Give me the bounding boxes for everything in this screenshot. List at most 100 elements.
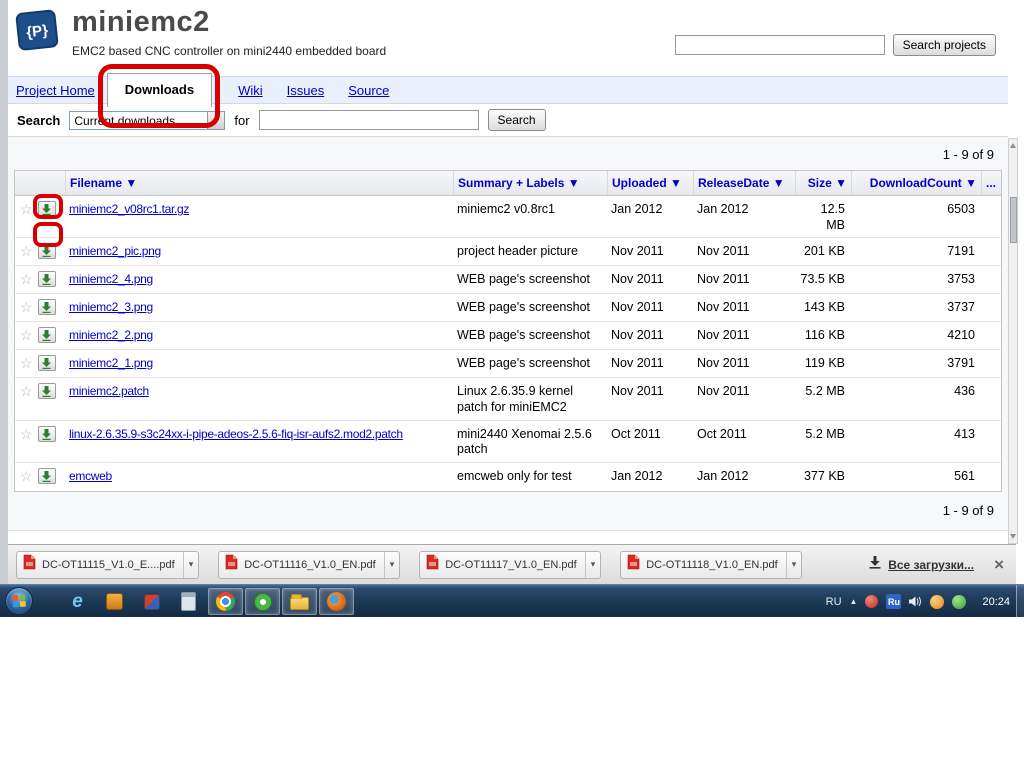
search-projects-button[interactable]: Search projects [892,34,996,56]
star-icon[interactable]: ☆ [20,244,33,258]
file-size: 5.2 MB [805,384,845,399]
file-download-count: 436 [954,384,975,399]
misc-app-icon [143,593,160,610]
star-icon[interactable]: ☆ [20,427,33,441]
star-icon[interactable]: ☆ [20,328,33,342]
download-icon[interactable] [37,243,56,260]
scrollbar-down-icon[interactable] [1010,534,1016,539]
volume-icon[interactable] [909,596,922,607]
download-icon[interactable] [37,383,56,400]
download-item-caret[interactable]: ▾ [785,551,802,578]
download-item[interactable]: DC-OT11115_V1.0_E....pdf ▾ [16,550,200,579]
file-size: 73.5 KB [800,272,845,287]
file-link[interactable]: miniemc2_1.png [69,356,153,370]
chrome-button[interactable] [208,588,243,615]
calculator-button[interactable] [171,588,206,615]
language-indicator[interactable]: RU [826,596,842,608]
col-header-more[interactable]: ... [981,171,1001,195]
project-logo[interactable]: {P} [14,6,62,54]
download-item-caret[interactable]: ▾ [383,551,400,578]
downloads-listing: 1 - 9 of 9 Filename ▼ Summary + Labels ▼… [8,137,1008,531]
windows-flag-icon [12,594,26,608]
file-link[interactable]: miniemc2_3.png [69,300,153,314]
download-icon[interactable] [37,425,56,442]
tray-icon-red[interactable] [865,595,879,608]
download-item[interactable]: DC-OT11117_V1.0_EN.pdf ▾ [419,550,602,579]
messenger-button[interactable] [245,588,280,615]
internet-explorer-button[interactable]: e [60,588,95,615]
logo-glyph: {P} [25,22,48,41]
screen: {P} miniemc2 EMC2 based CNC controller o… [0,0,1024,768]
pdf-icon [225,554,238,575]
pagination-top: 1 - 9 of 9 [942,147,994,162]
table-row: ☆ miniemc2_3.png WEB page's screenshot N… [15,294,1001,323]
star-icon[interactable]: ☆ [20,469,33,483]
chrome-icon [216,592,235,611]
file-link[interactable]: miniemc2.patch [69,384,149,398]
col-header-summary[interactable]: Summary + Labels ▼ [453,171,607,195]
file-link[interactable]: miniemc2_pic.png [69,244,161,258]
scrollbar-up-icon[interactable] [1010,143,1016,148]
file-link[interactable]: miniemc2_4.png [69,272,153,286]
window-edge [0,0,8,584]
search-scope-select[interactable]: Current downloads ▼ [69,110,226,130]
firefox-button[interactable] [319,588,354,615]
col-header-downloadcount[interactable]: DownloadCount ▼ [851,171,981,195]
taskbar-icons: e [60,588,356,615]
calculator-icon [181,592,196,611]
project-search-input[interactable] [674,35,885,55]
file-link[interactable]: emcweb [69,469,112,483]
explorer-folder-button[interactable] [282,588,317,615]
nav-link-source[interactable]: Source [348,83,389,98]
download-icon[interactable] [37,271,56,288]
col-header-filename[interactable]: Filename ▼ [65,171,453,195]
tab-downloads[interactable]: Downloads [106,73,213,107]
scrollbar-thumb[interactable] [1009,197,1017,243]
nav-link-wiki[interactable]: Wiki [238,83,263,98]
download-icon[interactable] [37,355,56,372]
app-button-orange[interactable] [97,588,132,615]
download-item[interactable]: DC-OT11116_V1.0_EN.pdf ▾ [218,550,401,579]
tray-language-badge[interactable]: Ru [886,594,902,609]
tray-icon-orange[interactable] [930,594,945,609]
download-item[interactable]: DC-OT11118_V1.0_EN.pdf ▾ [620,550,803,579]
file-release-date: Nov 2011 [697,272,750,287]
app-button-misc[interactable] [134,588,169,615]
file-download-count: 3791 [947,356,975,371]
search-button[interactable]: Search [487,109,546,131]
col-header-size[interactable]: Size ▼ [795,171,851,195]
star-icon[interactable]: ☆ [20,356,33,370]
nav-link-project-home[interactable]: Project Home [16,83,95,98]
star-icon[interactable]: ☆ [20,202,33,216]
download-icon[interactable] [37,201,56,217]
download-icon[interactable] [37,299,56,316]
col-header-uploaded[interactable]: Uploaded ▼ [607,171,693,195]
file-uploaded: Nov 2011 [611,272,664,287]
taskbar-clock[interactable]: 20:24 [982,596,1010,608]
download-item-caret[interactable]: ▾ [584,551,601,578]
table-header-row: Filename ▼ Summary + Labels ▼ Uploaded ▼… [15,171,1001,196]
tray-icon-green[interactable] [952,594,967,609]
file-size: 377 KB [803,468,845,483]
close-downloads-bar-button[interactable]: × [994,556,1004,573]
star-icon[interactable]: ☆ [20,272,33,286]
star-icon[interactable]: ☆ [20,384,33,398]
download-icon[interactable] [37,467,56,484]
file-link[interactable]: miniemc2_2.png [69,328,153,342]
show-desktop-button[interactable] [1016,585,1024,618]
table-row: ☆ linux-2.6.35.9-s3c24xx-i-pipe-adeos-2.… [15,421,1001,463]
start-button[interactable] [5,587,33,615]
file-link[interactable]: miniemc2_v08rc1.tar.gz [69,202,189,216]
file-uploaded: Jan 2012 [611,202,663,216]
nav-link-issues[interactable]: Issues [287,83,325,98]
search-query-input[interactable] [258,110,479,130]
file-link[interactable]: linux-2.6.35.9-s3c24xx-i-pipe-adeos-2.5.… [69,427,403,441]
col-header-releasedate[interactable]: ReleaseDate ▼ [693,171,795,195]
show-all-downloads-link[interactable]: Все загрузки... [868,555,974,574]
tray-expand-icon[interactable]: ▲ [850,597,858,606]
vertical-scrollbar[interactable] [1008,138,1018,544]
star-icon[interactable]: ☆ [20,300,33,314]
internet-explorer-icon: e [72,590,83,612]
download-item-caret[interactable]: ▾ [182,551,199,578]
download-icon[interactable] [37,327,56,344]
